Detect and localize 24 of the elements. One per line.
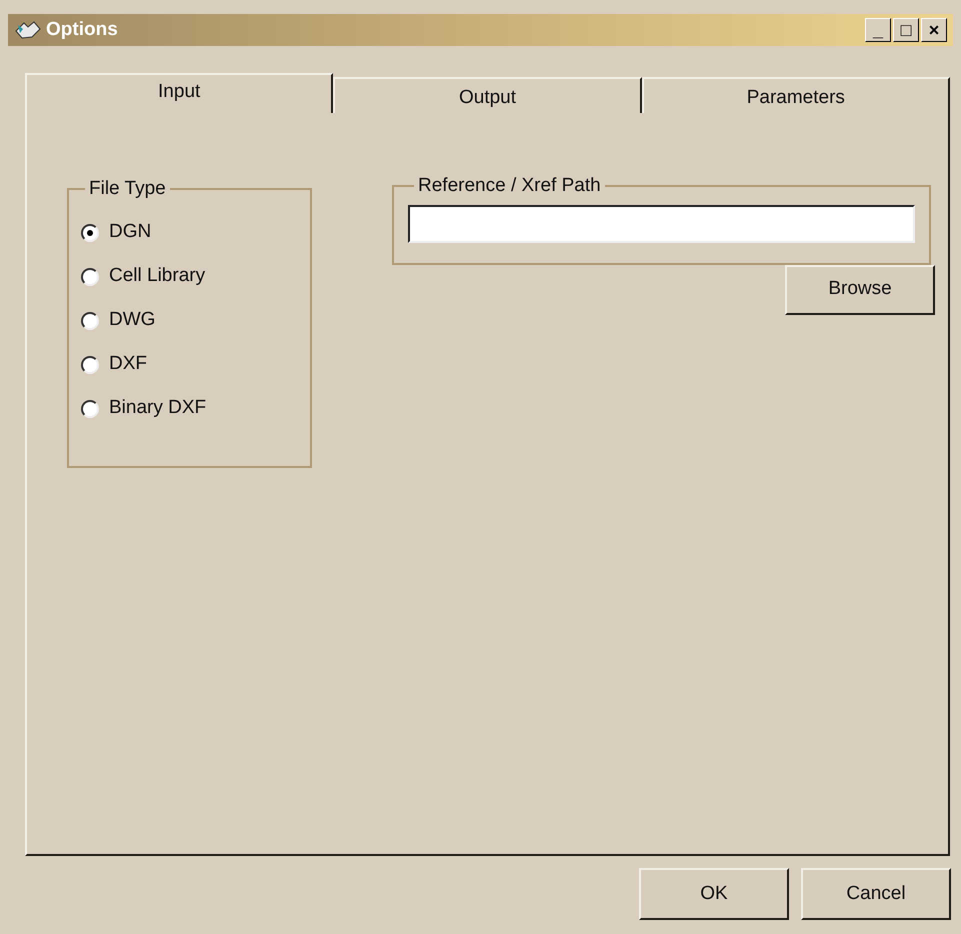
radio-option[interactable]: Cell Library — [81, 264, 298, 290]
radio-button[interactable] — [81, 312, 99, 330]
path-input-field[interactable] — [408, 204, 915, 242]
tab[interactable]: Parameters — [642, 77, 950, 113]
app-icon — [14, 19, 42, 41]
radio-button[interactable] — [81, 400, 99, 418]
minimize-button[interactable]: _ — [865, 18, 891, 42]
radio-option[interactable]: Binary DXF — [81, 396, 298, 422]
radio-option[interactable]: DGN — [81, 220, 298, 246]
radio-option[interactable]: DWG — [81, 308, 298, 334]
window-title: Options — [46, 18, 118, 42]
radio-button[interactable] — [81, 268, 99, 286]
ok-button[interactable]: OK — [639, 868, 789, 920]
cancel-button[interactable]: Cancel — [801, 868, 951, 920]
tab[interactable]: Input — [25, 73, 334, 113]
close-button[interactable]: × — [921, 18, 947, 42]
radio-button[interactable] — [81, 224, 99, 242]
group-title: File Type — [88, 177, 167, 201]
group-title: Reference / Xref Path — [417, 174, 602, 198]
tab[interactable]: Output — [333, 77, 642, 113]
radio-button[interactable] — [81, 356, 99, 374]
browse-button[interactable]: Browse — [785, 264, 935, 314]
maximize-button[interactable]: □ — [893, 18, 919, 42]
radio-option[interactable]: DXF — [81, 352, 298, 378]
